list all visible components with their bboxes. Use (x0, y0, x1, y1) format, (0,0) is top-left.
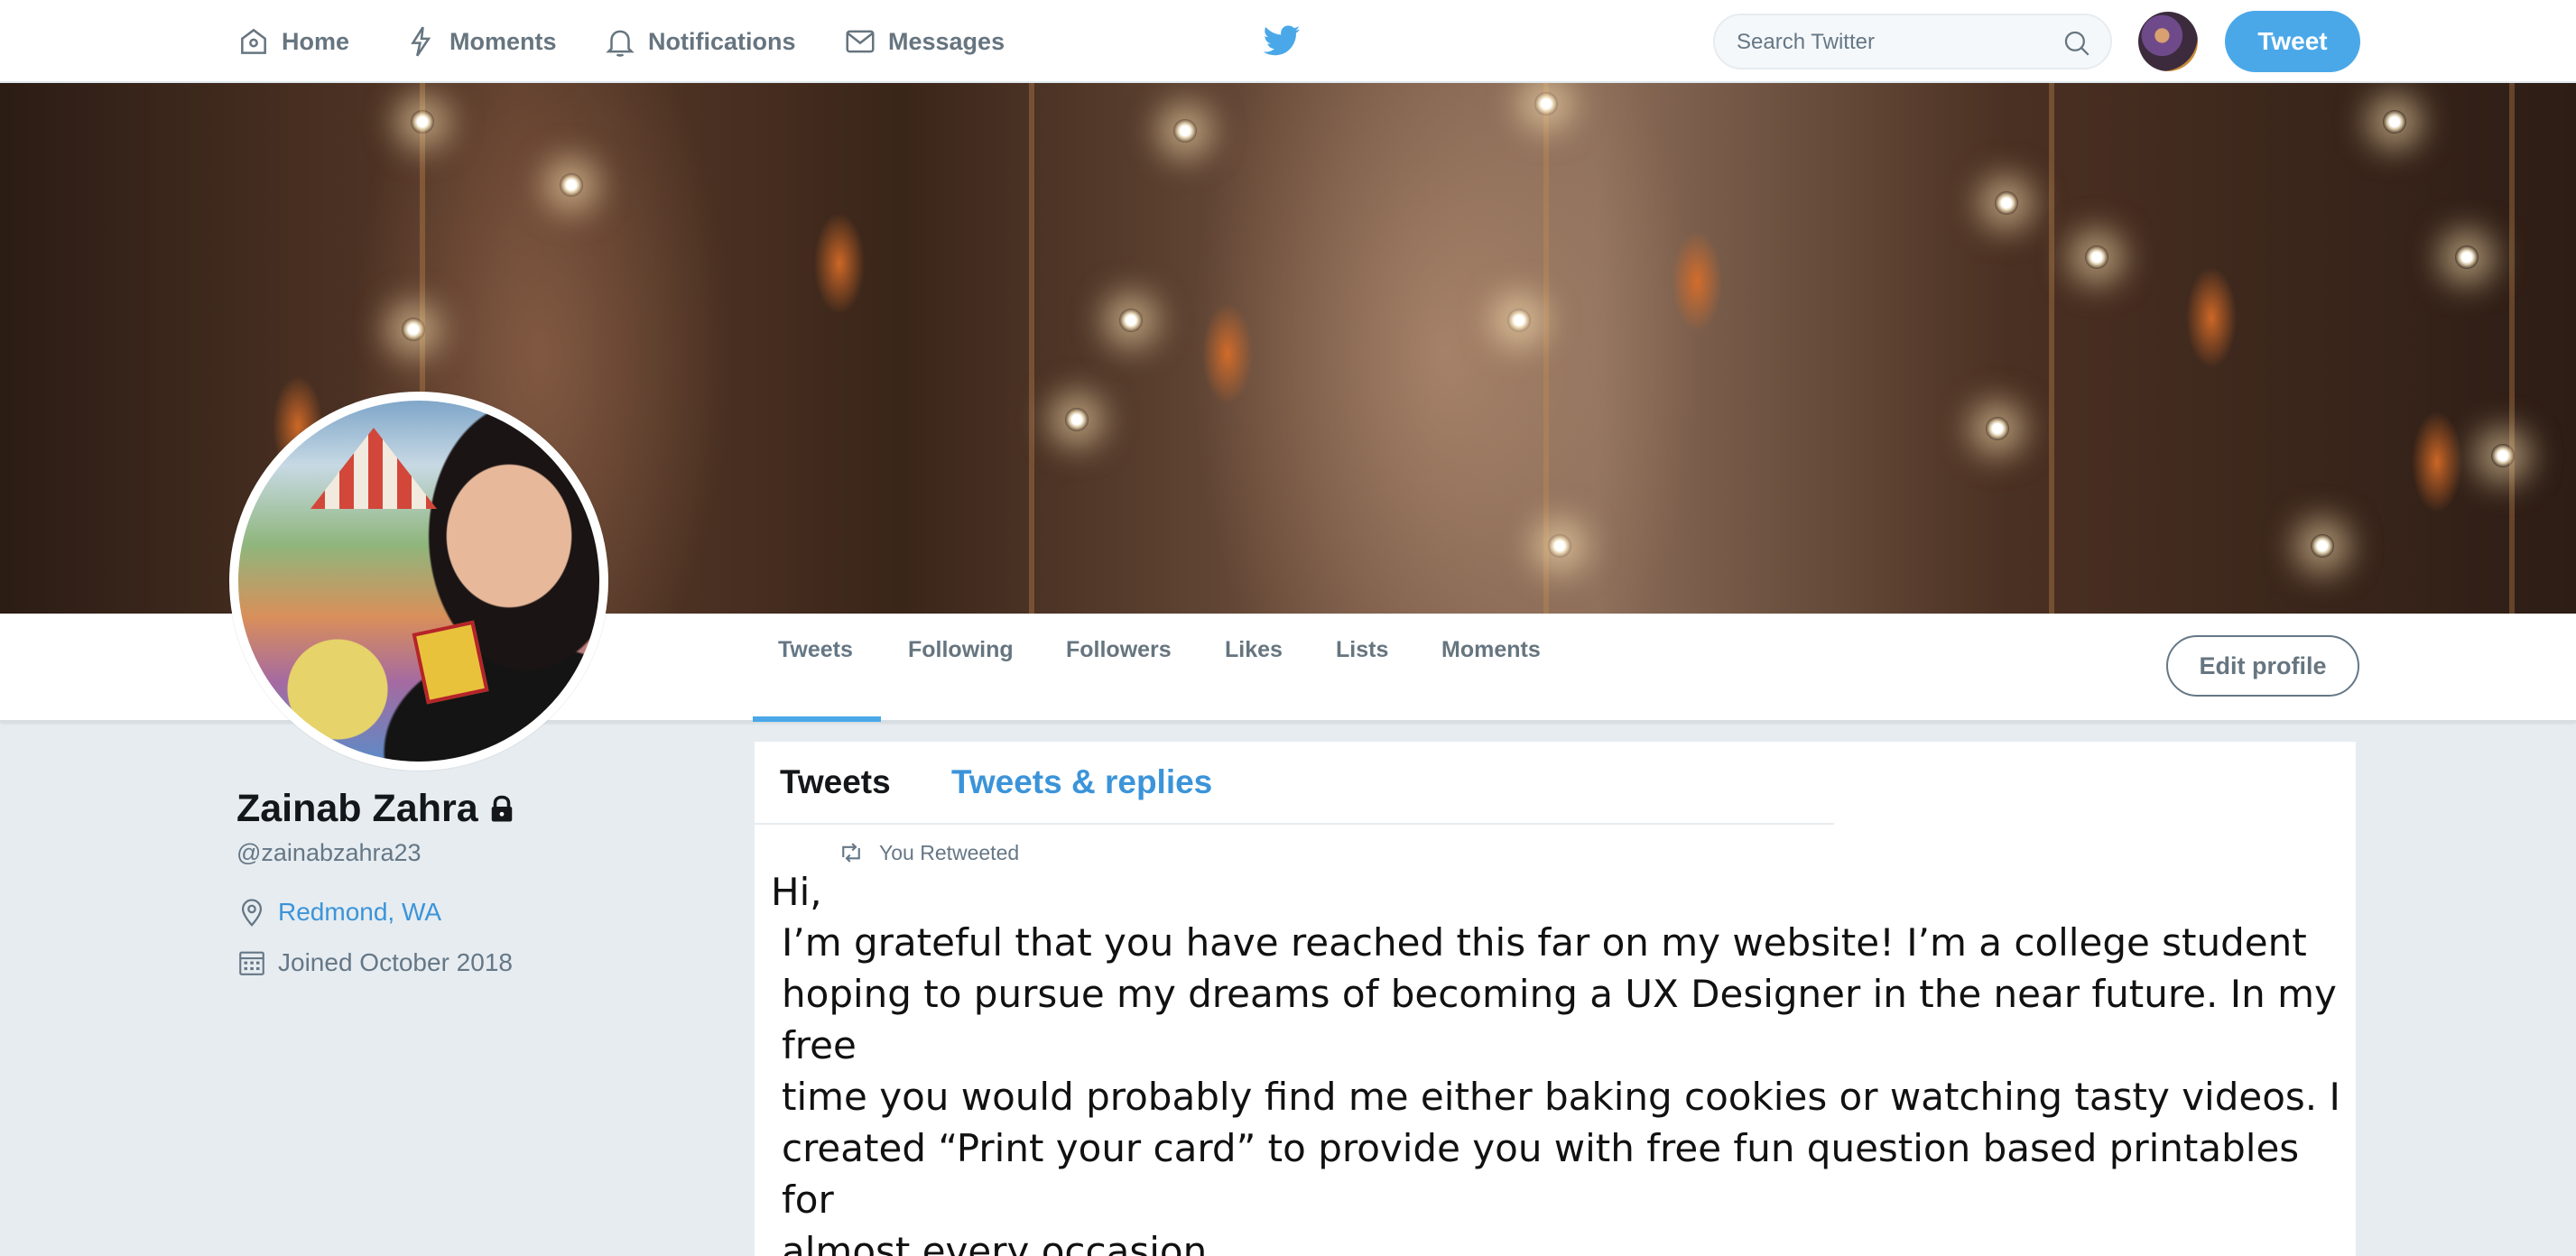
light-strand (2509, 83, 2515, 614)
twitter-bird-icon[interactable] (1262, 22, 1302, 61)
top-nav-bar: Home Moments Notifications Messages Twee… (0, 0, 2576, 83)
light-bulb (1548, 534, 1571, 558)
calendar-icon (239, 951, 264, 975)
retweet-context: You Retweeted (838, 839, 1019, 866)
retweet-icon (842, 843, 860, 863)
profile-name-row: Zainab Zahra (236, 787, 518, 831)
search-icon[interactable] (2062, 28, 2092, 59)
timeline-tab-tweets-replies[interactable]: Tweets & replies (951, 763, 1212, 801)
location-icon (241, 899, 263, 927)
timeline-tab-tweets[interactable]: Tweets (780, 763, 891, 801)
lock-icon (491, 795, 512, 821)
tab-moments[interactable]: Moments (1441, 614, 1541, 722)
light-bulb (1173, 119, 1197, 143)
nav-moments[interactable]: Moments (404, 0, 557, 83)
nav-notifications-label: Notifications (648, 27, 796, 55)
home-icon (241, 28, 266, 54)
retweet-label: You Retweeted (879, 840, 1020, 864)
location-link[interactable]: Redmond, WA (278, 898, 441, 927)
tab-likes[interactable]: Likes (1225, 614, 1283, 722)
joined-date: Joined October 2018 (278, 948, 513, 976)
light-strand (1543, 83, 1549, 614)
nav-messages[interactable]: Messages (843, 0, 1005, 83)
light-bulb (1507, 309, 1531, 332)
light-bulb (2383, 110, 2406, 134)
nav-moments-label: Moments (449, 27, 557, 55)
light-bulb (2085, 245, 2108, 269)
profile-photo (238, 401, 599, 762)
nav-home-label: Home (282, 27, 350, 55)
light-bulb (1995, 191, 2018, 215)
nav-notifications[interactable]: Notifications (603, 0, 796, 83)
profile-location: Redmond, WA (236, 897, 441, 928)
tweet-button[interactable]: Tweet (2225, 11, 2360, 72)
light-bulb (2311, 534, 2334, 558)
light-bulb (402, 318, 425, 341)
tab-lists[interactable]: Lists (1336, 614, 1388, 722)
active-tab-indicator (753, 716, 881, 722)
tab-tweets[interactable]: Tweets (778, 614, 853, 722)
tab-followers[interactable]: Followers (1066, 614, 1172, 722)
light-bulb (560, 173, 583, 197)
profile-avatar[interactable] (229, 392, 608, 771)
avatar-sign-shape (412, 620, 489, 705)
light-strand (1029, 83, 1034, 614)
profile-joined: Joined October 2018 (236, 947, 513, 978)
light-bulb (2491, 444, 2515, 467)
edit-profile-button[interactable]: Edit profile (2166, 635, 2359, 697)
messages-icon (846, 30, 875, 53)
light-bulb (1534, 92, 1558, 115)
avatar-tent-shape (310, 428, 437, 509)
nav-messages-label: Messages (888, 27, 1005, 55)
light-bulb (2455, 245, 2479, 269)
post-body: I’m grateful that you have reached this … (782, 920, 2340, 1256)
timeline-tabs: Tweets Tweets & replies (755, 742, 1834, 825)
timeline-card: Tweets Tweets & replies You Retweeted Hi… (755, 742, 2356, 1256)
account-avatar[interactable] (2138, 12, 2198, 71)
profile-handle[interactable]: @zainabzahra23 (236, 839, 422, 867)
light-bulb (1119, 309, 1143, 332)
nav-home[interactable]: Home (236, 0, 349, 83)
post-greeting: Hi, (771, 870, 822, 914)
light-bulb (1986, 417, 2009, 440)
moments-icon (411, 26, 431, 57)
profile-name[interactable]: Zainab Zahra (236, 787, 478, 831)
light-bulb (411, 110, 434, 134)
light-bulb (1065, 408, 1089, 431)
tab-following[interactable]: Following (908, 614, 1014, 722)
search-box[interactable] (1713, 14, 2112, 69)
search-input[interactable] (1737, 28, 2043, 57)
light-strand (2049, 83, 2054, 614)
notifications-icon (606, 30, 635, 57)
